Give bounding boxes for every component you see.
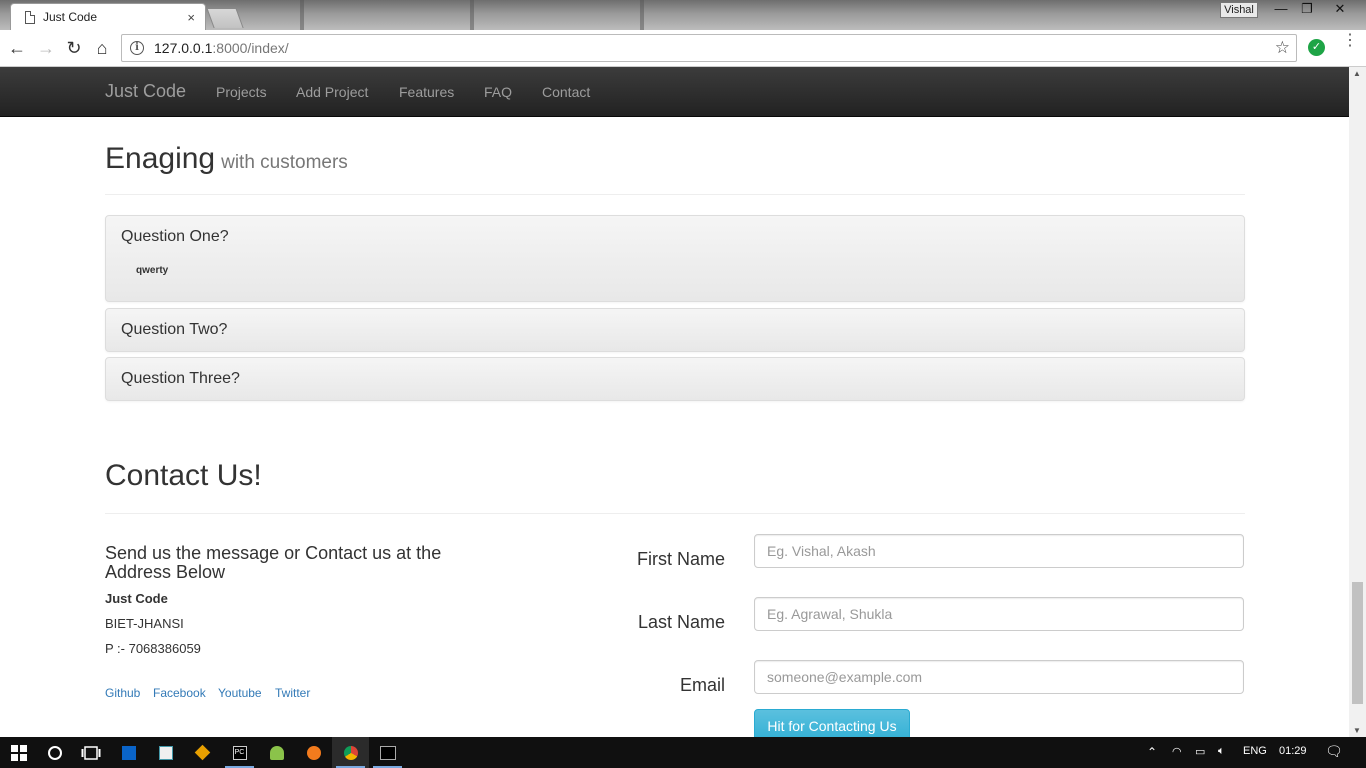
chrome-menu-icon[interactable]: ⋮ (1342, 33, 1358, 49)
profile-button[interactable]: Vishal (1220, 2, 1258, 18)
email-input[interactable] (754, 660, 1244, 694)
nav-link-features[interactable]: Features (399, 84, 454, 100)
faq-heading: Enaging with customers (105, 142, 348, 176)
page-viewport: Just Code Projects Add Project Features … (0, 67, 1349, 737)
restore-button[interactable]: ❐ (1294, 0, 1320, 18)
faq-panel-2[interactable]: Question Two? (105, 308, 1245, 352)
site-navbar: Just Code Projects Add Project Features … (0, 67, 1349, 117)
divider (105, 194, 1245, 195)
new-tab-button[interactable] (206, 8, 244, 28)
browser-title-bar: Just Code × Vishal — ❐ ✕ (0, 0, 1366, 30)
task-view-icon[interactable] (72, 737, 109, 768)
notification-icon[interactable]: 🗨︎ (1325, 743, 1343, 760)
background-decor (300, 0, 304, 30)
minimize-button[interactable]: — (1268, 0, 1294, 18)
clock[interactable]: 01:29 (1279, 745, 1307, 757)
firefox-app-icon[interactable] (295, 737, 332, 768)
contact-heading: Contact Us! (105, 459, 262, 492)
faq-question[interactable]: Question Three? (121, 370, 240, 388)
close-window-button[interactable]: ✕ (1320, 0, 1360, 18)
pycharm-app-icon[interactable]: PC (221, 737, 258, 768)
tab-title: Just Code (43, 10, 98, 24)
forward-arrow-icon[interactable]: → (33, 35, 59, 61)
bookmark-star-icon[interactable]: ☆ (1275, 38, 1290, 58)
git-app-icon[interactable] (184, 737, 221, 768)
nav-link-faq[interactable]: FAQ (484, 84, 512, 100)
nav-link-add-project[interactable]: Add Project (296, 84, 368, 100)
address-phone: P :- 7068386059 (105, 641, 201, 656)
divider (105, 513, 1245, 514)
tab-close-icon[interactable]: × (187, 10, 195, 25)
reload-icon[interactable]: ↻ (61, 35, 87, 61)
volume-icon[interactable]: 🔈︎ (1218, 745, 1225, 758)
url-path: :8000/index/ (212, 40, 289, 56)
faq-panel-1[interactable]: Question One? qwerty (105, 215, 1245, 302)
address-org: Just Code (105, 591, 168, 606)
faq-subtitle: with customers (221, 152, 348, 173)
url-host: 127.0.0.1 (154, 40, 213, 56)
github-link[interactable]: Github (105, 686, 140, 700)
language-indicator[interactable]: ENG (1243, 745, 1267, 757)
faq-panel-3[interactable]: Question Three? (105, 357, 1245, 401)
nav-link-contact[interactable]: Contact (542, 84, 590, 100)
info-icon[interactable]: i (130, 41, 144, 55)
back-arrow-icon[interactable]: ← (4, 35, 30, 61)
home-icon[interactable]: ⌂ (89, 35, 115, 61)
faq-answer: qwerty (136, 265, 169, 276)
twitter-link[interactable]: Twitter (275, 686, 310, 700)
scroll-down-icon[interactable]: ▼ (1353, 726, 1361, 735)
windows-taskbar: PC ⌃ ◠ ▭ 🔈︎ ENG 01:29 🗨︎ (0, 737, 1366, 768)
wifi-icon[interactable]: ◠ (1172, 745, 1182, 758)
cortana-search-icon[interactable] (36, 737, 73, 768)
first-name-label: First Name (636, 549, 725, 569)
faq-question[interactable]: Question Two? (121, 321, 227, 339)
address-bar[interactable]: i 127.0.0.1:8000/index/ ☆ (121, 34, 1297, 62)
contact-lead-text: Send us the message or Contact us at the… (105, 543, 442, 582)
nav-link-projects[interactable]: Projects (216, 84, 267, 100)
email-label: Email (679, 675, 725, 695)
scroll-thumb[interactable] (1352, 582, 1363, 704)
last-name-label: Last Name (637, 612, 725, 632)
facebook-link[interactable]: Facebook (153, 686, 206, 700)
extension-check-icon[interactable]: ✓ (1308, 39, 1325, 56)
navbar-brand[interactable]: Just Code (105, 81, 186, 102)
background-decor (470, 0, 474, 30)
youtube-link[interactable]: Youtube (218, 686, 262, 700)
page-icon (25, 10, 35, 24)
cmd-app-icon[interactable] (369, 737, 406, 768)
last-name-input[interactable] (754, 597, 1244, 631)
background-decor (640, 0, 644, 30)
browser-tab[interactable]: Just Code × (10, 3, 206, 30)
tray-chevron-icon[interactable]: ⌃ (1147, 745, 1157, 759)
chrome-app-icon[interactable] (332, 737, 369, 768)
page-scrollbar[interactable]: ▲ ▼ (1349, 67, 1366, 737)
address-location: BIET-JHANSI (105, 616, 184, 631)
notepad-app-icon[interactable] (147, 737, 184, 768)
start-windows-icon[interactable] (0, 737, 37, 768)
submit-button[interactable]: Hit for Contacting Us (754, 709, 910, 737)
faq-question[interactable]: Question One? (121, 228, 229, 246)
faq-title: Enaging (105, 142, 216, 175)
battery-icon[interactable]: ▭ (1195, 745, 1205, 758)
android-app-icon[interactable] (258, 737, 295, 768)
outlook-app-icon[interactable] (110, 737, 147, 768)
browser-toolbar: ← → ↻ ⌂ i 127.0.0.1:8000/index/ ☆ ✓ ⋮ (0, 30, 1366, 67)
first-name-input[interactable] (754, 534, 1244, 568)
scroll-up-icon[interactable]: ▲ (1353, 69, 1361, 78)
